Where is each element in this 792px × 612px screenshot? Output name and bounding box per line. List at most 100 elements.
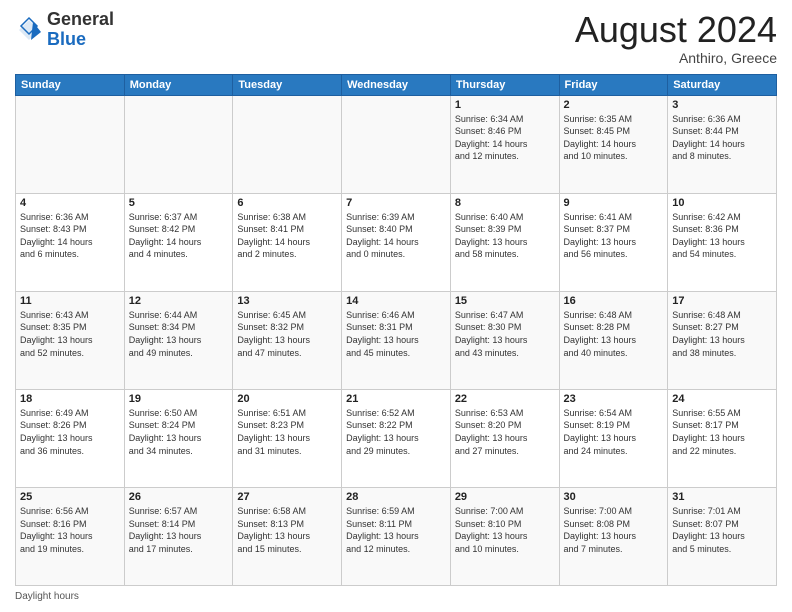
day-info: Sunrise: 6:47 AM Sunset: 8:30 PM Dayligh… <box>455 309 555 359</box>
day-info: Sunrise: 6:59 AM Sunset: 8:11 PM Dayligh… <box>346 505 446 555</box>
day-number: 27 <box>237 491 337 503</box>
day-info: Sunrise: 7:00 AM Sunset: 8:08 PM Dayligh… <box>564 505 664 555</box>
calendar-week-row: 18 Sunrise: 6:49 AM Sunset: 8:26 PM Dayli… <box>16 389 777 487</box>
day-info: Sunrise: 6:38 AM Sunset: 8:41 PM Dayligh… <box>237 211 337 261</box>
calendar-cell: 25Sunrise: 6:56 AM Sunset: 8:16 PM Dayli… <box>16 487 125 585</box>
calendar-cell: 20 Sunrise: 6:51 AM Sunset: 8:23 PM Dayli… <box>233 389 342 487</box>
calendar-cell: 28 Sunrise: 6:59 AM Sunset: 8:11 PM Dayli… <box>342 487 451 585</box>
day-number: 23 <box>564 393 664 405</box>
day-number: 21 <box>346 393 446 405</box>
month-year-title: August 2024 <box>575 10 777 50</box>
day-number: 20 <box>237 393 337 405</box>
logo-text: General Blue <box>47 10 114 50</box>
day-number: 5 <box>129 197 229 209</box>
day-info: Sunrise: 6:41 AM Sunset: 8:37 PM Dayligh… <box>564 211 664 261</box>
day-info: Sunrise: 6:54 AM Sunset: 8:19 PM Dayligh… <box>564 407 664 457</box>
calendar-cell: 22Sunrise: 6:53 AM Sunset: 8:20 PM Dayli… <box>450 389 559 487</box>
day-info: Sunrise: 6:34 AM Sunset: 8:46 PM Dayligh… <box>455 113 555 163</box>
calendar-cell: 9 Sunrise: 6:41 AM Sunset: 8:37 PM Daylig… <box>559 193 668 291</box>
day-number: 11 <box>20 295 120 307</box>
location-subtitle: Anthiro, Greece <box>575 50 777 66</box>
day-info: Sunrise: 6:55 AM Sunset: 8:17 PM Dayligh… <box>672 407 772 457</box>
day-number: 13 <box>237 295 337 307</box>
day-info: Sunrise: 6:42 AM Sunset: 8:36 PM Dayligh… <box>672 211 772 261</box>
day-number: 18 <box>20 393 120 405</box>
weekday-header-row: SundayMondayTuesdayWednesdayThursdayFrid… <box>16 74 777 95</box>
day-number: 26 <box>129 491 229 503</box>
calendar-cell: 14Sunrise: 6:46 AM Sunset: 8:31 PM Dayli… <box>342 291 451 389</box>
calendar-cell: 2 Sunrise: 6:35 AM Sunset: 8:45 PM Daylig… <box>559 95 668 193</box>
header: General Blue August 2024 Anthiro, Greece <box>15 10 777 66</box>
calendar-cell <box>124 95 233 193</box>
generalblue-logo-icon <box>15 16 43 44</box>
day-number: 19 <box>129 393 229 405</box>
day-info: Sunrise: 6:50 AM Sunset: 8:24 PM Dayligh… <box>129 407 229 457</box>
weekday-header-monday: Monday <box>124 74 233 95</box>
calendar-cell: 4Sunrise: 6:36 AM Sunset: 8:43 PM Daylig… <box>16 193 125 291</box>
calendar-cell: 31Sunrise: 7:01 AM Sunset: 8:07 PM Dayli… <box>668 487 777 585</box>
weekday-header-sunday: Sunday <box>16 74 125 95</box>
calendar-cell: 21Sunrise: 6:52 AM Sunset: 8:22 PM Dayli… <box>342 389 451 487</box>
day-info: Sunrise: 6:46 AM Sunset: 8:31 PM Dayligh… <box>346 309 446 359</box>
day-info: Sunrise: 6:45 AM Sunset: 8:32 PM Dayligh… <box>237 309 337 359</box>
calendar-week-row: 25Sunrise: 6:56 AM Sunset: 8:16 PM Dayli… <box>16 487 777 585</box>
day-info: Sunrise: 6:51 AM Sunset: 8:23 PM Dayligh… <box>237 407 337 457</box>
daylight-label: Daylight hours <box>15 591 79 602</box>
day-number: 22 <box>455 393 555 405</box>
day-number: 28 <box>346 491 446 503</box>
calendar-cell: 24Sunrise: 6:55 AM Sunset: 8:17 PM Dayli… <box>668 389 777 487</box>
day-number: 17 <box>672 295 772 307</box>
calendar-cell <box>16 95 125 193</box>
calendar-cell <box>233 95 342 193</box>
day-number: 8 <box>455 197 555 209</box>
day-info: Sunrise: 7:00 AM Sunset: 8:10 PM Dayligh… <box>455 505 555 555</box>
day-info: Sunrise: 6:40 AM Sunset: 8:39 PM Dayligh… <box>455 211 555 261</box>
calendar-cell: 3Sunrise: 6:36 AM Sunset: 8:44 PM Daylig… <box>668 95 777 193</box>
calendar-table: SundayMondayTuesdayWednesdayThursdayFrid… <box>15 74 777 586</box>
day-number: 1 <box>455 99 555 111</box>
calendar-cell: 17 Sunrise: 6:48 AM Sunset: 8:27 PM Dayli… <box>668 291 777 389</box>
calendar-cell: 15 Sunrise: 6:47 AM Sunset: 8:30 PM Dayli… <box>450 291 559 389</box>
day-number: 7 <box>346 197 446 209</box>
day-number: 12 <box>129 295 229 307</box>
day-number: 16 <box>564 295 664 307</box>
day-info: Sunrise: 6:36 AM Sunset: 8:44 PM Dayligh… <box>672 113 772 163</box>
day-info: Sunrise: 6:44 AM Sunset: 8:34 PM Dayligh… <box>129 309 229 359</box>
day-number: 9 <box>564 197 664 209</box>
day-info: Sunrise: 6:36 AM Sunset: 8:43 PM Dayligh… <box>20 211 120 261</box>
day-number: 10 <box>672 197 772 209</box>
calendar-week-row: 11Sunrise: 6:43 AM Sunset: 8:35 PM Dayli… <box>16 291 777 389</box>
calendar-cell: 8 Sunrise: 6:40 AM Sunset: 8:39 PM Daylig… <box>450 193 559 291</box>
calendar-cell: 11Sunrise: 6:43 AM Sunset: 8:35 PM Dayli… <box>16 291 125 389</box>
day-info: Sunrise: 6:35 AM Sunset: 8:45 PM Dayligh… <box>564 113 664 163</box>
calendar-week-row: 4Sunrise: 6:36 AM Sunset: 8:43 PM Daylig… <box>16 193 777 291</box>
day-info: Sunrise: 6:57 AM Sunset: 8:14 PM Dayligh… <box>129 505 229 555</box>
calendar-cell: 5 Sunrise: 6:37 AM Sunset: 8:42 PM Daylig… <box>124 193 233 291</box>
day-number: 6 <box>237 197 337 209</box>
calendar-cell: 16Sunrise: 6:48 AM Sunset: 8:28 PM Dayli… <box>559 291 668 389</box>
calendar-cell: 10 Sunrise: 6:42 AM Sunset: 8:36 PM Dayli… <box>668 193 777 291</box>
weekday-header-wednesday: Wednesday <box>342 74 451 95</box>
logo-blue-text: Blue <box>47 29 86 49</box>
weekday-header-tuesday: Tuesday <box>233 74 342 95</box>
calendar-cell <box>342 95 451 193</box>
day-number: 2 <box>564 99 664 111</box>
day-info: Sunrise: 6:37 AM Sunset: 8:42 PM Dayligh… <box>129 211 229 261</box>
calendar-cell: 7 Sunrise: 6:39 AM Sunset: 8:40 PM Daylig… <box>342 193 451 291</box>
calendar-cell: 12 Sunrise: 6:44 AM Sunset: 8:34 PM Dayli… <box>124 291 233 389</box>
weekday-header-friday: Friday <box>559 74 668 95</box>
day-info: Sunrise: 6:48 AM Sunset: 8:27 PM Dayligh… <box>672 309 772 359</box>
logo-general-text: General <box>47 9 114 29</box>
day-info: Sunrise: 6:56 AM Sunset: 8:16 PM Dayligh… <box>20 505 120 555</box>
calendar-cell: 27Sunrise: 6:58 AM Sunset: 8:13 PM Dayli… <box>233 487 342 585</box>
day-info: Sunrise: 7:01 AM Sunset: 8:07 PM Dayligh… <box>672 505 772 555</box>
day-info: Sunrise: 6:49 AM Sunset: 8:26 PM Dayligh… <box>20 407 120 457</box>
day-info: Sunrise: 6:39 AM Sunset: 8:40 PM Dayligh… <box>346 211 446 261</box>
calendar-cell: 19 Sunrise: 6:50 AM Sunset: 8:24 PM Dayli… <box>124 389 233 487</box>
calendar-cell: 23 Sunrise: 6:54 AM Sunset: 8:19 PM Dayli… <box>559 389 668 487</box>
calendar-cell: 6 Sunrise: 6:38 AM Sunset: 8:41 PM Daylig… <box>233 193 342 291</box>
title-block: August 2024 Anthiro, Greece <box>575 10 777 66</box>
calendar-week-row: 1 Sunrise: 6:34 AM Sunset: 8:46 PM Daylig… <box>16 95 777 193</box>
day-number: 15 <box>455 295 555 307</box>
logo: General Blue <box>15 10 114 50</box>
